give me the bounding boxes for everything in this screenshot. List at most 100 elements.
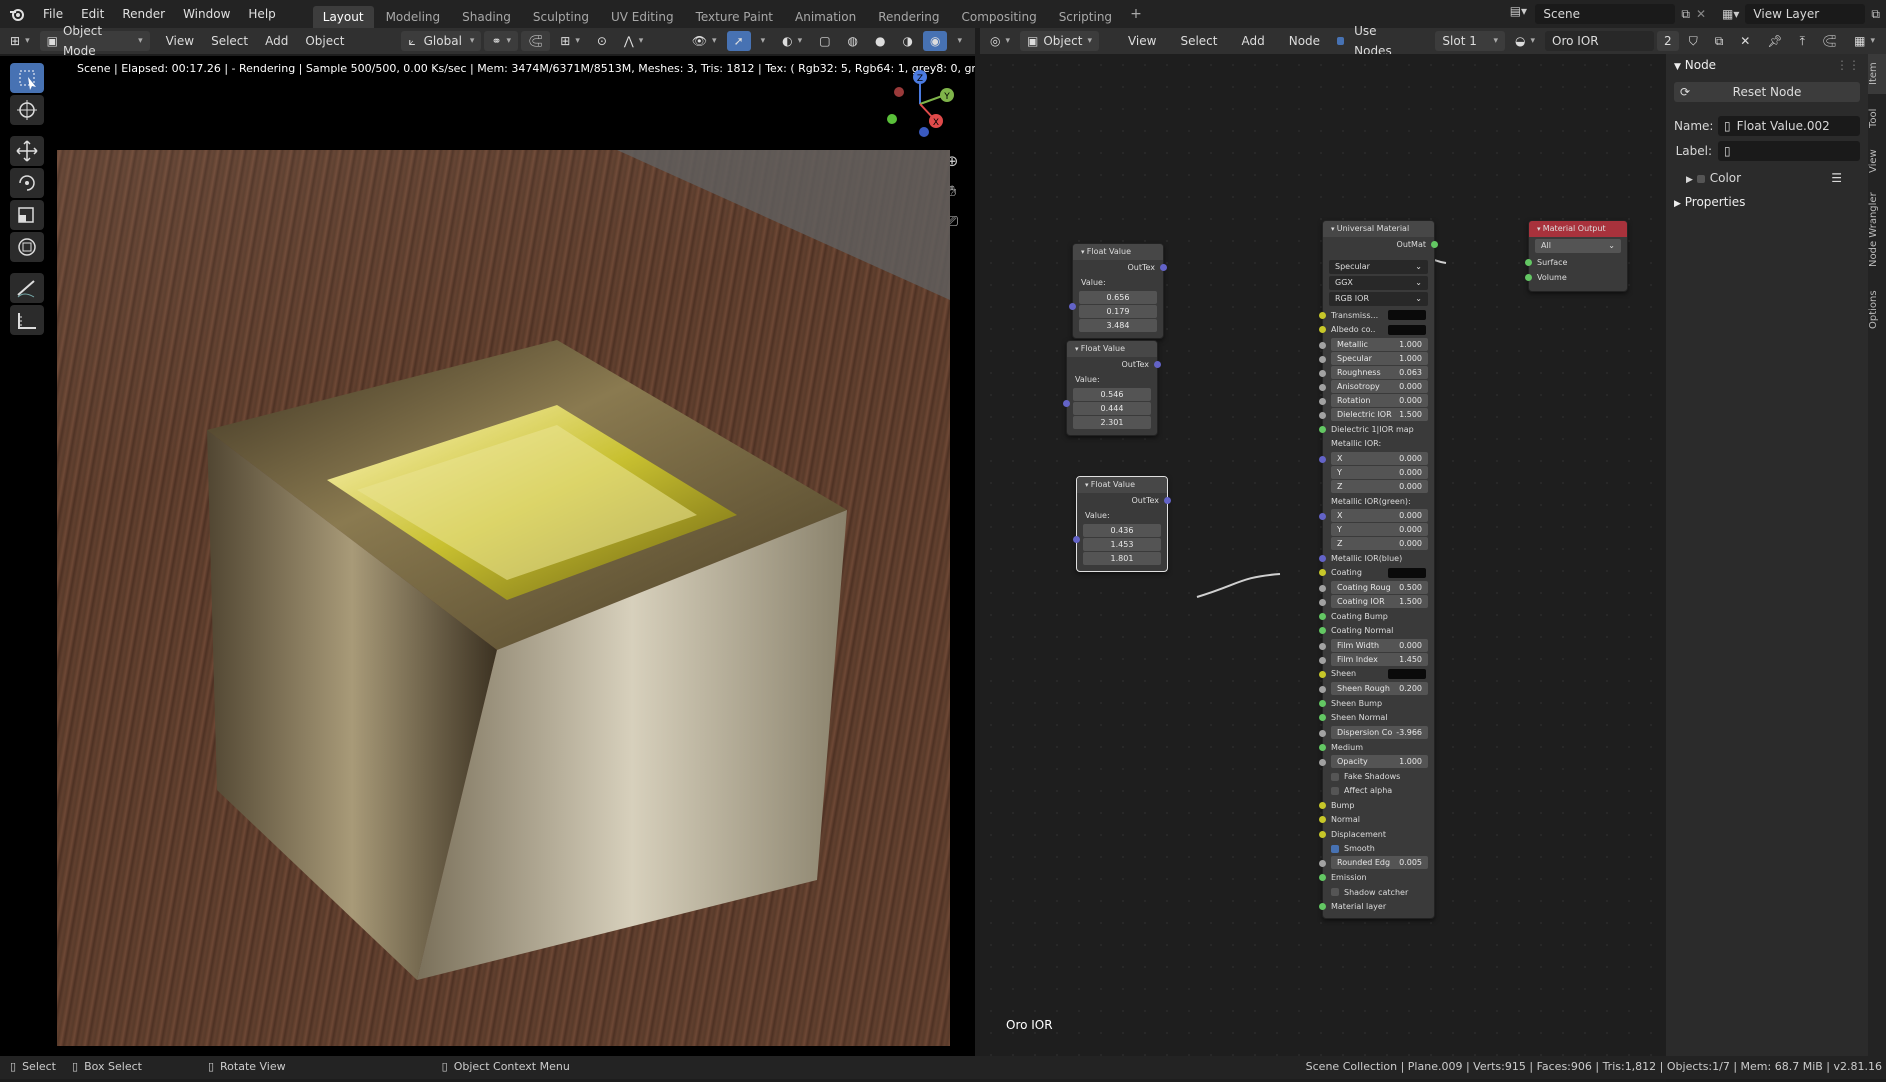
- property-field[interactable]: Y 0.000: [1331, 465, 1428, 479]
- node-header[interactable]: ▾ Universal Material: [1323, 221, 1434, 237]
- input-socket[interactable]: [1319, 685, 1326, 693]
- view-layer-icon[interactable]: ▦▾: [1722, 7, 1739, 21]
- input-socket[interactable]: [1319, 326, 1326, 334]
- viewport-menu-add[interactable]: Add: [258, 31, 295, 51]
- output-socket[interactable]: [1154, 361, 1161, 368]
- color-row[interactable]: Sheen: [1319, 667, 1434, 681]
- color-swatch[interactable]: [1388, 324, 1426, 335]
- tab-uv-editing[interactable]: UV Editing: [601, 6, 684, 28]
- add-workspace-button[interactable]: +: [1130, 6, 1142, 22]
- material-users-count[interactable]: 2: [1657, 31, 1679, 51]
- tab-rendering[interactable]: Rendering: [868, 6, 949, 28]
- checkbox[interactable]: [1331, 786, 1339, 795]
- remove-scene-icon[interactable]: ✕: [1696, 7, 1706, 21]
- target-dropdown[interactable]: All ⌄: [1535, 239, 1621, 253]
- pivot-icon[interactable]: ⚭ ▾: [484, 31, 519, 51]
- input-socket[interactable]: [1319, 425, 1326, 433]
- fake-user-icon[interactable]: ⛉: [1682, 31, 1705, 51]
- menu-window[interactable]: Window: [174, 0, 239, 28]
- value-field[interactable]: 2.301: [1073, 416, 1151, 429]
- property-field[interactable]: X 0.000: [1319, 508, 1428, 522]
- value-field[interactable]: 3.484: [1079, 319, 1157, 332]
- float-value-node[interactable]: ▾ Float Value OutTex Value: 0.436 1.453 1.801: [1073, 476, 1171, 572]
- viewport-menu-object[interactable]: Object: [298, 31, 351, 51]
- node-header[interactable]: ▾ Float Value: [1067, 341, 1157, 357]
- value-field[interactable]: 1.801: [1083, 552, 1161, 565]
- dropdown[interactable]: RGB IOR ⌄: [1329, 292, 1428, 306]
- property-field[interactable]: Film Index 1.450: [1319, 652, 1428, 666]
- pin-icon[interactable]: 📌︎: [1760, 31, 1789, 51]
- property-field[interactable]: Metallic 1.000: [1319, 337, 1428, 351]
- node-name-field[interactable]: ▯ Float Value.002: [1718, 116, 1860, 136]
- falloff-icon[interactable]: ⋀ ▾: [617, 31, 650, 51]
- 3d-viewport[interactable]: Scene | Elapsed: 00:17.26 | - Rendering …: [0, 56, 975, 1056]
- sidebar-tab-options[interactable]: Options: [1868, 280, 1886, 340]
- color-presets-icon[interactable]: ☰: [1831, 171, 1842, 185]
- input-socket[interactable]: [1319, 801, 1326, 809]
- material-browse-icon[interactable]: ◒ ▾: [1508, 31, 1542, 51]
- wireframe-shading-icon[interactable]: ◍: [841, 31, 865, 51]
- new-scene-icon[interactable]: ⧉: [1681, 7, 1690, 22]
- node-menu-node[interactable]: Node: [1282, 31, 1327, 51]
- xray-icon[interactable]: ▢: [812, 31, 837, 51]
- sidebar-tab-item[interactable]: Item: [1868, 54, 1886, 94]
- output-socket[interactable]: [1431, 241, 1438, 248]
- input-socket[interactable]: [1319, 411, 1326, 419]
- checkbox[interactable]: [1331, 844, 1339, 853]
- tab-scripting[interactable]: Scripting: [1049, 6, 1122, 28]
- checkbox[interactable]: [1331, 772, 1339, 781]
- transform-orientation-dropdown[interactable]: ⟀ Global ▾: [401, 31, 482, 51]
- slot-dropdown[interactable]: Slot 1 ▾: [1435, 31, 1505, 51]
- input-socket[interactable]: [1073, 536, 1080, 543]
- property-field[interactable]: Sheen Rough 0.200: [1319, 681, 1428, 695]
- viewport-menu-view[interactable]: View: [159, 31, 201, 51]
- universal-material-node[interactable]: ▾ Universal Material OutMat Specular ⌄ GGX ⌄ R…: [1319, 220, 1438, 919]
- input-socket[interactable]: [1319, 656, 1326, 664]
- input-socket[interactable]: [1319, 341, 1326, 349]
- gizmo-dropdown-icon[interactable]: ▾: [754, 31, 773, 51]
- rotate-tool[interactable]: [10, 168, 44, 198]
- checkbox-row[interactable]: Affect alpha: [1323, 783, 1434, 797]
- transform-tool[interactable]: [10, 232, 44, 262]
- solid-shading-icon[interactable]: ●: [868, 31, 892, 51]
- scale-tool[interactable]: [10, 200, 44, 230]
- float-value-node[interactable]: ▾ Float Value OutTex Value: 0.656 0.179 3.484: [1069, 243, 1167, 339]
- use-nodes-checkbox[interactable]: Use Nodes: [1330, 24, 1417, 58]
- tab-sculpting[interactable]: Sculpting: [523, 6, 599, 28]
- tab-compositing[interactable]: Compositing: [951, 6, 1046, 28]
- input-socket[interactable]: [1319, 627, 1326, 635]
- color-swatch[interactable]: [1388, 668, 1426, 679]
- measure-tool[interactable]: [10, 305, 44, 335]
- node-label-field[interactable]: ▯: [1718, 141, 1860, 161]
- input-socket[interactable]: [1319, 816, 1326, 824]
- property-field[interactable]: Y 0.000: [1331, 522, 1428, 536]
- rendered-shading-icon[interactable]: ◉: [922, 31, 948, 51]
- menu-help[interactable]: Help: [239, 0, 284, 28]
- tab-texture-paint[interactable]: Texture Paint: [686, 6, 783, 28]
- input-socket[interactable]: [1319, 860, 1326, 868]
- shader-type-dropdown[interactable]: ▣ Object ▾: [1020, 31, 1099, 51]
- material-name-field[interactable]: Oro IOR: [1545, 31, 1655, 51]
- color-checkbox[interactable]: [1696, 174, 1705, 183]
- node-editor-type-icon[interactable]: ◎ ▾: [983, 31, 1017, 51]
- viewport-menu-select[interactable]: Select: [204, 31, 255, 51]
- input-socket[interactable]: [1525, 274, 1532, 281]
- new-view-layer-icon[interactable]: ⧉: [1871, 7, 1880, 22]
- tab-modeling[interactable]: Modeling: [376, 6, 451, 28]
- input-socket[interactable]: [1319, 312, 1326, 319]
- scene-icon[interactable]: ▤▾: [1507, 4, 1529, 24]
- color-row[interactable]: Coating: [1319, 565, 1434, 579]
- value-field[interactable]: 0.546: [1063, 388, 1151, 407]
- navigation-gizmo[interactable]: Z Y X: [870, 64, 980, 144]
- input-socket[interactable]: [1319, 355, 1326, 363]
- color-row[interactable]: Albedo co..: [1319, 322, 1434, 336]
- input-socket[interactable]: [1319, 369, 1326, 377]
- color-row[interactable]: Transmiss...: [1319, 308, 1434, 322]
- reset-node-button[interactable]: ⟳ Reset Node: [1674, 82, 1860, 102]
- output-socket[interactable]: [1164, 497, 1171, 504]
- duplicate-material-icon[interactable]: ⧉: [1708, 31, 1731, 51]
- checkbox-row[interactable]: Shadow catcher: [1323, 885, 1434, 899]
- node-editor-canvas[interactable]: ▾ Float Value OutTex Value: 0.656 0.179 3.484…: [980, 54, 1666, 1082]
- input-socket[interactable]: [1319, 759, 1326, 767]
- input-socket[interactable]: [1319, 670, 1326, 678]
